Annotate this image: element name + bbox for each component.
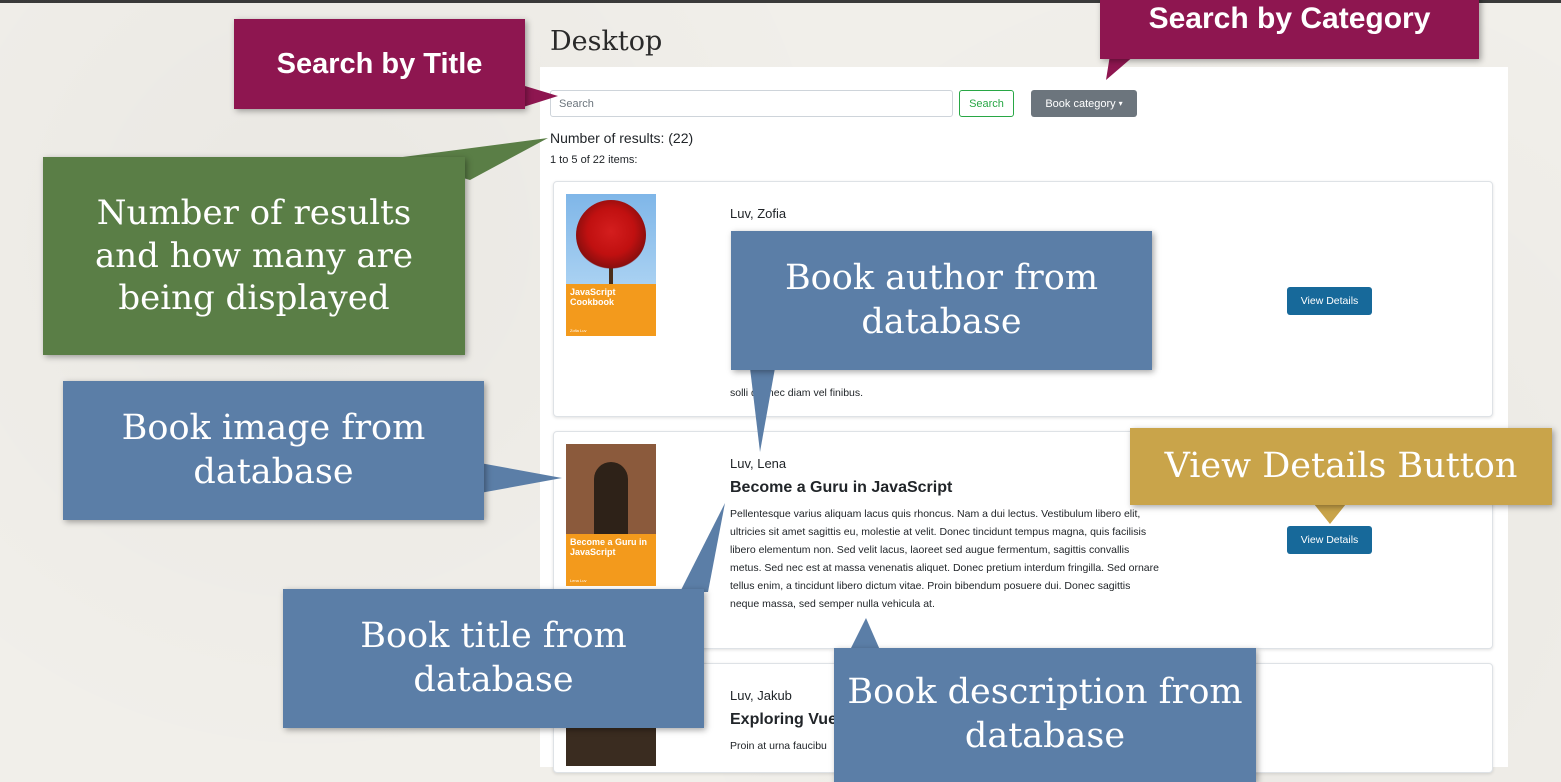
book-description-pointer: [850, 618, 880, 650]
callout-book-author: Book author from database: [731, 231, 1152, 370]
callout-book-title: Book title from database: [283, 589, 704, 728]
book-author-pointer: [750, 368, 775, 452]
view-details-pointer: [1314, 504, 1346, 524]
callout-number-of-results: Number of results and how many are being…: [43, 157, 465, 355]
callout-search-by-category: Search by Category: [1100, 0, 1479, 59]
callout-book-description: Book description from database: [834, 648, 1256, 782]
callout-book-image: Book image from database: [63, 381, 484, 520]
book-image-pointer: [480, 463, 562, 493]
book-title-pointer: [680, 503, 725, 592]
callout-search-by-title: Search by Title: [234, 19, 525, 109]
callout-view-details: View Details Button: [1130, 428, 1552, 505]
